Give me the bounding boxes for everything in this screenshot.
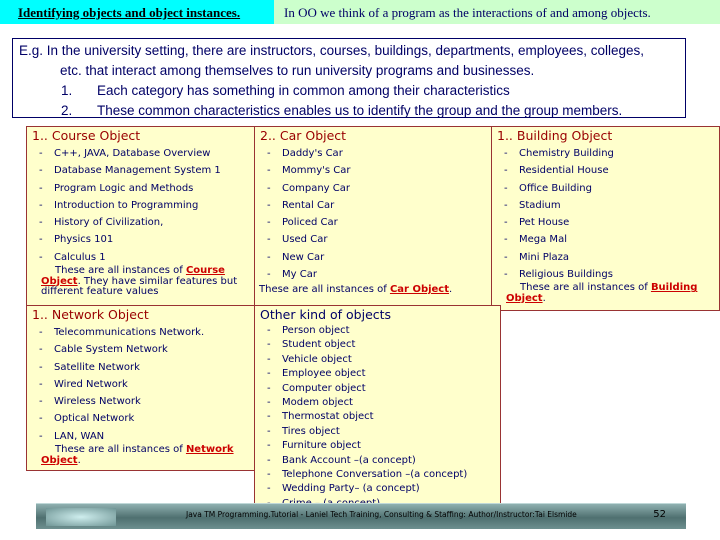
intro-point: 2. These common characteristics enables u… xyxy=(19,101,679,121)
instances-note: These are all instances of Course Object… xyxy=(27,265,254,298)
note-text: These are all instances of xyxy=(259,284,390,296)
list-item: Cable System Network xyxy=(27,341,254,359)
note-text: . xyxy=(77,454,81,466)
list-item: Office Building xyxy=(492,180,719,198)
list-item: Policed Car xyxy=(255,214,491,232)
list-item: Furniture object xyxy=(255,439,500,454)
list-item: New Car xyxy=(255,249,491,267)
panel-title: 1.. Building Object xyxy=(497,128,613,143)
list-item: LAN, WAN xyxy=(27,428,254,446)
item-list: Person objectStudent objectVehicle objec… xyxy=(255,324,500,504)
point-text: These common characteristics enables us … xyxy=(97,103,623,118)
instances-note: These are all instances of Building Obje… xyxy=(492,283,719,304)
list-item: Physics 101 xyxy=(27,231,254,249)
list-item: Stadium xyxy=(492,197,719,215)
car-panel: 2.. Car Object Daddy's CarMommy's CarComp… xyxy=(254,126,492,306)
list-item: Telephone Conversation –(a concept) xyxy=(255,468,500,483)
note-text: . xyxy=(449,284,453,296)
note-text: These are all instances of xyxy=(55,444,186,456)
list-item: Computer object xyxy=(255,382,500,397)
note-text: These are all instances of xyxy=(55,265,186,277)
footer-text: Java TM Programming.Tutorial - Laniel Te… xyxy=(186,510,577,519)
note-text: These are all instances of xyxy=(520,282,651,294)
list-item: Optical Network xyxy=(27,410,254,428)
list-item: Person object xyxy=(255,324,500,339)
intro-line1: E.g. In the university setting, there ar… xyxy=(19,43,645,58)
list-item: Vehicle object xyxy=(255,353,500,368)
list-item: Tires object xyxy=(255,425,500,440)
list-item: Wireless Network xyxy=(27,393,254,411)
list-item: Chemistry Building xyxy=(492,145,719,163)
list-item: Company Car xyxy=(255,180,491,198)
list-item: Calculus 1 xyxy=(27,249,254,267)
point-text: Each category has something in common am… xyxy=(97,83,510,98)
list-item: History of Civilization, xyxy=(27,214,254,232)
footer-decoration xyxy=(46,508,116,526)
list-item: Introduction to Programming xyxy=(27,197,254,215)
list-item: Pet House xyxy=(492,214,719,232)
intro-point: 1. Each category has something in common … xyxy=(19,81,679,101)
item-list: C++, JAVA, Database OverviewDatabase Man… xyxy=(27,145,254,266)
point-number: 2. xyxy=(61,103,73,118)
note-text: . xyxy=(542,292,546,304)
list-item: Modem object xyxy=(255,396,500,411)
panel-title: 1.. Network Object xyxy=(32,307,149,322)
list-item: My Car xyxy=(255,266,491,284)
list-item: Telecommunications Network. xyxy=(27,324,254,342)
footer-bar: Java TM Programming.Tutorial - Laniel Te… xyxy=(36,503,686,529)
list-item: Database Management System 1 xyxy=(27,162,254,180)
list-item: Residential House xyxy=(492,162,719,180)
list-item: Daddy's Car xyxy=(255,145,491,163)
instances-note: These are all instances of Car Object. xyxy=(255,285,491,296)
list-item: Used Car xyxy=(255,231,491,249)
instances-note: These are all instances of Network Objec… xyxy=(27,444,254,466)
list-item: Wired Network xyxy=(27,376,254,394)
intro-box: E.g. In the university setting, there ar… xyxy=(12,38,686,118)
object-link[interactable]: Car Object xyxy=(390,284,449,296)
item-list: Chemistry BuildingResidential HouseOffic… xyxy=(492,145,719,284)
list-item: Rental Car xyxy=(255,197,491,215)
list-item: C++, JAVA, Database Overview xyxy=(27,145,254,163)
slide-title: Identifying objects and object instances… xyxy=(0,0,274,24)
list-item: Bank Account –(a concept) xyxy=(255,454,500,469)
panel-title: 2.. Car Object xyxy=(260,128,347,143)
panel-title: 1.. Course Object xyxy=(32,128,141,143)
list-item: Mini Plaza xyxy=(492,249,719,267)
panel-title: Other kind of objects xyxy=(260,307,392,322)
list-item: Mommy's Car xyxy=(255,162,491,180)
list-item: Religious Buildings xyxy=(492,266,719,284)
list-item: Wedding Party– (a concept) xyxy=(255,482,500,497)
item-list: Telecommunications Network.Cable System … xyxy=(27,324,254,445)
network-panel: 1.. Network Object Telecommunications Net… xyxy=(26,305,255,471)
item-list: Daddy's CarMommy's CarCompany CarRental … xyxy=(255,145,491,284)
point-number: 1. xyxy=(61,83,73,98)
intro-line2: etc. that interact among themselves to r… xyxy=(60,63,535,78)
course-panel: 1.. Course Object C++, JAVA, Database Ove… xyxy=(26,126,255,306)
page-number: 52 xyxy=(653,509,666,520)
list-item: Thermostat object xyxy=(255,410,500,425)
list-item: Program Logic and Methods xyxy=(27,180,254,198)
building-panel: 1.. Building Object Chemistry BuildingRes… xyxy=(491,126,720,311)
list-item: Employee object xyxy=(255,367,500,382)
list-item: Mega Mal xyxy=(492,231,719,249)
slide-subtitle: In OO we think of a program as the inter… xyxy=(274,0,720,24)
list-item: Satellite Network xyxy=(27,359,254,377)
other-panel: Other kind of objects Person objectStuden… xyxy=(254,305,501,505)
list-item: Student object xyxy=(255,338,500,353)
